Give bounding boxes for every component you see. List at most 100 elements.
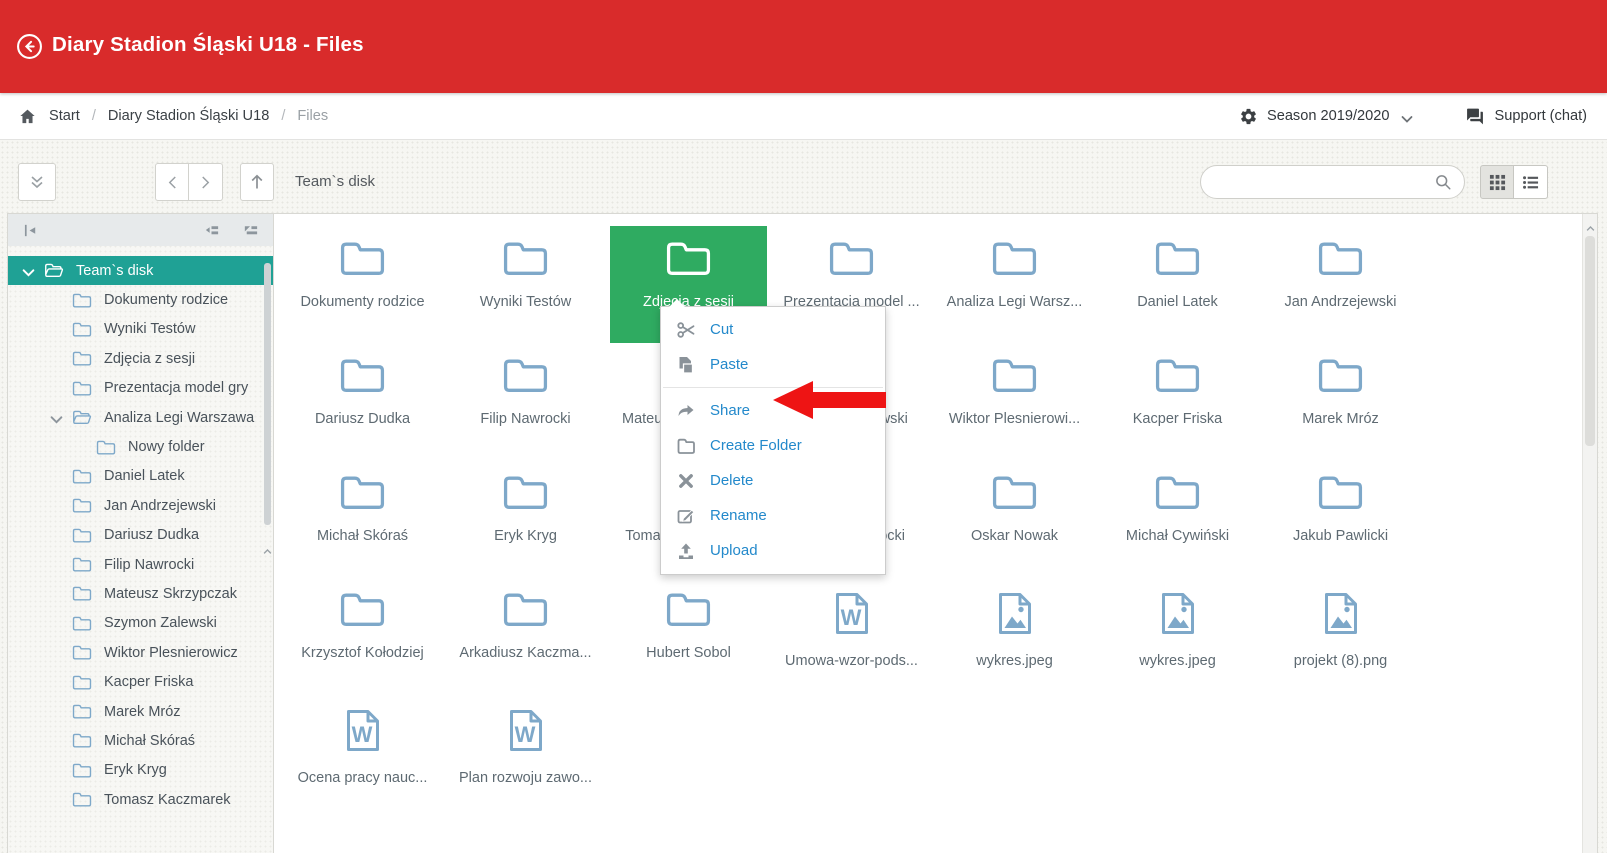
scroll-up-icon[interactable] [1586,220,1595,229]
forward-nav-button[interactable] [189,163,223,201]
file-item-projekt-8-png[interactable]: projekt (8).png [1262,577,1419,694]
support-chat-link[interactable]: Support (chat) [1465,107,1587,126]
item-icon-box [610,226,767,290]
chevron-down-icon [1401,112,1413,121]
context-menu-item-rename[interactable]: Rename [661,498,885,533]
folder-item-hubert-sobol[interactable]: Hubert Sobol [610,577,767,694]
grid-view-button[interactable] [1480,165,1514,199]
tree-item-wiktor-plesnierowicz[interactable]: Wiktor Plesnierowicz [8,638,273,667]
folder-item-dariusz-dudka[interactable]: Dariusz Dudka [284,343,441,460]
tree-item-mateusz-skrzypczak[interactable]: Mateusz Skrzypczak [8,579,273,608]
home-icon[interactable] [18,107,37,126]
tree-item-jan-andrzejewski[interactable]: Jan Andrzejewski [8,491,273,520]
context-menu: CutPaste ShareCreate FolderDeleteRenameUp… [660,306,886,575]
item-icon-box [284,460,441,524]
folder-item-jakub-pawlicki[interactable]: Jakub Pawlicki [1262,460,1419,577]
chevron-down-icon[interactable] [50,413,63,423]
tree-item-nowy-folder[interactable]: Nowy folder [8,432,273,461]
tree-item-dariusz-dudka[interactable]: Dariusz Dudka [8,521,273,550]
back-button[interactable] [16,33,43,60]
item-icon-box [1262,577,1419,641]
folder-item-oskar-nowak[interactable]: Oskar Nowak [936,460,1093,577]
search-input[interactable] [1217,173,1434,191]
tree-item-szymon-zalewski[interactable]: Szymon Zalewski [8,609,273,638]
tree-item-prezentacja-model-gry[interactable]: Prezentacja model gry [8,374,273,403]
context-menu-item-paste[interactable]: Paste [661,347,885,382]
folder-item-jan-andrzejewski[interactable]: Jan Andrzejewski [1262,226,1419,343]
tree-item-zdjęcia-z-sesji[interactable]: Zdjęcia z sesji [8,344,273,373]
item-icon-box [447,577,604,641]
folder-icon [502,473,549,512]
folder-item-marek-mróz[interactable]: Marek Mróz [1262,343,1419,460]
gear-icon [1239,107,1258,126]
scroll-up-icon[interactable] [263,840,272,853]
folder-item-analiza-legi-warsz[interactable]: Analiza Legi Warsz... [936,226,1093,343]
tree-item-daniel-latek[interactable]: Daniel Latek [8,462,273,491]
file-item-ocena-pracy-nauc[interactable]: WOcena pracy nauc... [284,694,441,811]
season-selector[interactable]: Season 2019/2020 [1239,107,1413,126]
folder-icon [72,321,92,338]
delete-icon [676,471,696,491]
chevron-down-icon[interactable] [22,266,35,276]
folder-item-eryk-kryg[interactable]: Eryk Kryg [447,460,604,577]
folder-item-filip-nawrocki[interactable]: Filip Nawrocki [447,343,604,460]
context-menu-item-share[interactable]: Share [661,393,885,428]
tree-item-eryk-kryg[interactable]: Eryk Kryg [8,756,273,785]
folder-item-daniel-latek[interactable]: Daniel Latek [1099,226,1256,343]
chevron-right-icon [200,175,211,190]
item-icon-box [610,577,767,641]
item-label: Michał Cywiński [1099,528,1256,544]
folder-icon [72,674,92,691]
item-icon-box [284,226,441,290]
tree-item-tomasz-kaczmarek[interactable]: Tomasz Kaczmarek [8,785,273,814]
list-view-button[interactable] [1514,165,1548,199]
collapse-sidebar-icon[interactable] [22,222,39,239]
tree-item-analiza-legi-warszawa[interactable]: Analiza Legi Warszawa [8,403,273,432]
folder-item-wiktor-plesnierowi[interactable]: Wiktor Plesnierowi... [936,343,1093,460]
folder-item-arkadiusz-kaczma[interactable]: Arkadiusz Kaczma... [447,577,604,694]
breadcrumb-diary[interactable]: Diary Stadion Śląski U18 [108,108,269,124]
folder-item-kacper-friska[interactable]: Kacper Friska [1099,343,1256,460]
tree-item-label: Michał Skóraś [104,733,195,749]
word-icon: W [343,707,383,754]
item-label: Hubert Sobol [610,645,767,661]
main-scroll-thumb[interactable] [1585,236,1595,446]
tree-item-wyniki-testów[interactable]: Wyniki Testów [8,315,273,344]
tree-item-label: Jan Andrzejewski [104,498,216,514]
file-item-wykres-jpeg[interactable]: wykres.jpeg [936,577,1093,694]
item-icon-box [447,343,604,407]
context-menu-item-upload[interactable]: Upload [661,533,885,568]
folder-item-wyniki-testów[interactable]: Wyniki Testów [447,226,604,343]
search-icon[interactable] [1434,173,1452,191]
collapse-tree-icon[interactable] [203,222,220,239]
item-label: Analiza Legi Warsz... [936,294,1093,310]
tree-item-team-s-disk[interactable]: Team`s disk [8,256,273,285]
folder-item-michał-cywiński[interactable]: Michał Cywiński [1099,460,1256,577]
folder-item-dokumenty-rodzice[interactable]: Dokumenty rodzice [284,226,441,343]
folder-item-michał-skóraś[interactable]: Michał Skóraś [284,460,441,577]
item-label: Arkadiusz Kaczma... [447,645,604,661]
expand-tree-icon[interactable] [242,222,259,239]
breadcrumb-current: Files [297,108,328,124]
up-directory-button[interactable] [240,163,274,201]
item-label: Umowa-wzor-pods... [773,653,930,669]
context-menu-item-delete[interactable]: Delete [661,463,885,498]
tree-item-kacper-friska[interactable]: Kacper Friska [8,667,273,696]
item-icon-box [284,577,441,641]
file-item-umowa-wzor-pods[interactable]: WUmowa-wzor-pods... [773,577,930,694]
sidebar-scroll-thumb[interactable] [264,263,271,525]
tree-item-marek-mróz[interactable]: Marek Mróz [8,697,273,726]
back-nav-button[interactable] [155,163,189,201]
tree-item-filip-nawrocki[interactable]: Filip Nawrocki [8,550,273,579]
svg-text:W: W [514,722,535,747]
context-menu-item-create-folder[interactable]: Create Folder [661,428,885,463]
file-item-wykres-jpeg[interactable]: wykres.jpeg [1099,577,1256,694]
context-menu-item-cut[interactable]: Cut [661,312,885,347]
breadcrumb-start[interactable]: Start [49,108,80,124]
tree-item-dokumenty-rodzice[interactable]: Dokumenty rodzice [8,285,273,314]
create-folder-icon [676,436,696,456]
folder-item-krzysztof-kołodziej[interactable]: Krzysztof Kołodziej [284,577,441,694]
toolbar-expand-button[interactable] [18,163,56,201]
tree-item-michał-skóraś[interactable]: Michał Skóraś [8,726,273,755]
file-item-plan-rozwoju-zawo[interactable]: WPlan rozwoju zawo... [447,694,604,811]
